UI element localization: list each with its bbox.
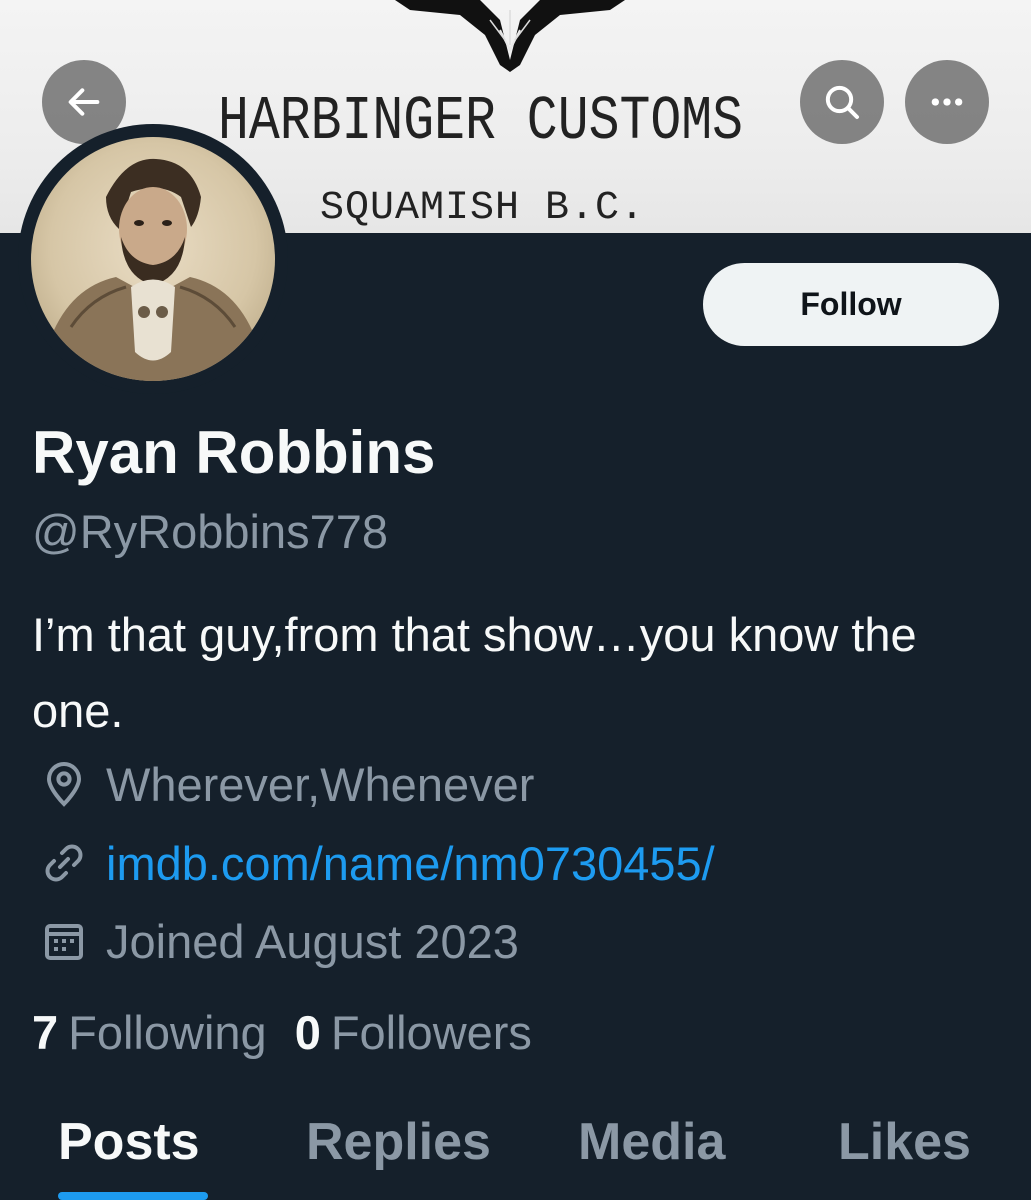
banner-title: HARBINGER CUSTOMS [218,86,743,157]
profile-bio: I’m that guy,from that show…you know the… [32,608,917,737]
avatar-frame[interactable] [18,124,288,394]
tab-media[interactable]: Media [578,1112,725,1172]
profile-tabs: Posts Replies Media Likes [0,1100,1031,1200]
following-count: 7 [32,1006,59,1059]
profile-handle: @RyRobbins778 [32,505,389,558]
follow-button[interactable]: Follow [703,263,999,346]
eagle-logo-graphic [395,0,625,72]
joined-row: Joined August 2023 [36,913,519,969]
followers-label: Followers [330,1006,532,1059]
joined-text: Joined August 2023 [106,914,519,968]
location-pin-icon [36,756,92,812]
more-dots-icon [931,98,963,106]
search-button[interactable] [800,60,884,144]
banner-subtitle: SQUAMISH B.C. [320,186,646,231]
profile-name: Ryan Robbins [32,419,436,486]
following-label: Following [68,1006,267,1059]
search-icon [825,85,859,119]
tab-replies[interactable]: Replies [306,1112,491,1172]
link-icon [36,835,92,891]
location-row: Wherever,Whenever [36,756,534,812]
more-options-button[interactable] [905,60,989,144]
active-tab-indicator [58,1192,208,1200]
calendar-icon [36,913,92,969]
website-row[interactable]: imdb.com/name/nm0730455/ [36,835,715,891]
followers-stat[interactable]: 0 Followers [295,1005,532,1060]
following-stat[interactable]: 7 Following [32,1005,267,1060]
followers-count: 0 [294,1006,321,1059]
avatar [31,137,275,381]
tab-posts[interactable]: Posts [58,1112,200,1172]
follow-stats: 7 Following 0 Followers [32,1005,532,1060]
arrow-left-icon [68,88,100,116]
website-link[interactable]: imdb.com/name/nm0730455/ [106,836,715,891]
location-text: Wherever,Whenever [106,757,535,811]
tab-likes[interactable]: Likes [838,1112,971,1172]
